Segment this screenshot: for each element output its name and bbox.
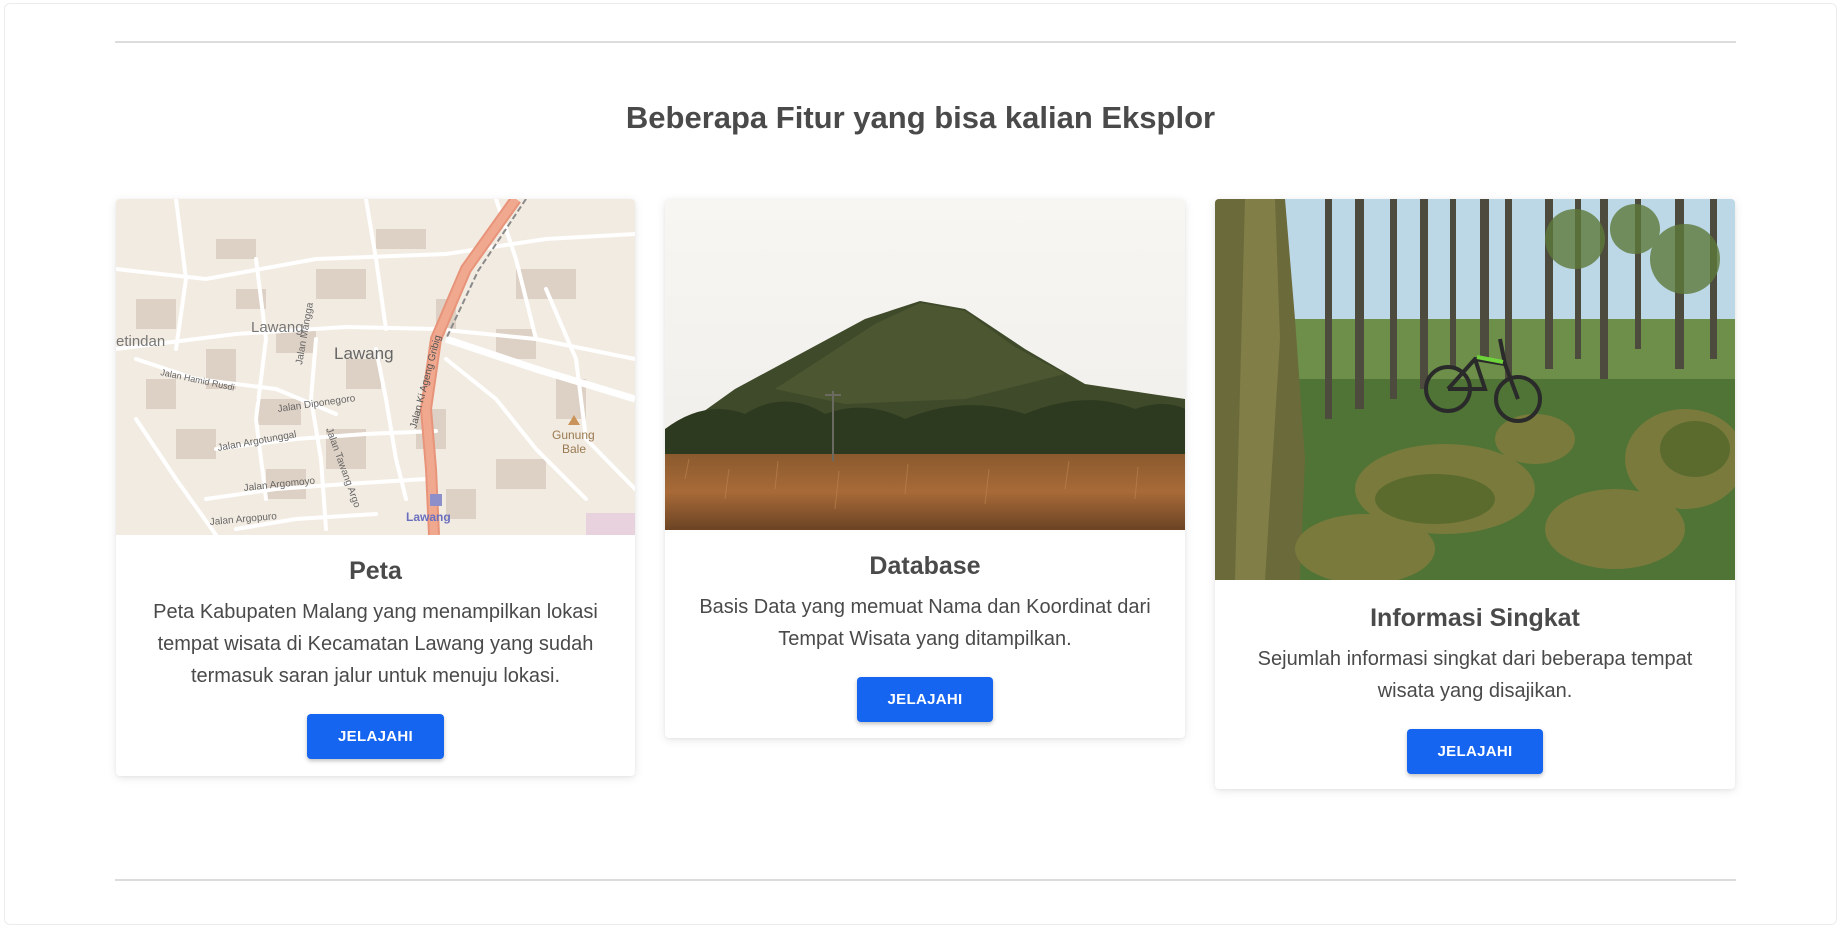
card-description: Basis Data yang memuat Nama dan Koordina… (699, 596, 1151, 650)
card-title: Database (869, 552, 981, 580)
top-divider (115, 41, 1736, 43)
card-title: Peta (349, 557, 402, 585)
map-label-peak-1: Gunung (552, 428, 595, 442)
map-label-left: etindan (116, 333, 165, 350)
bottom-divider (115, 879, 1736, 881)
map-label-town: Lawang (334, 344, 394, 363)
jelajahi-peta-button[interactable]: JELAJAHI (307, 714, 444, 759)
mountain-image (665, 199, 1185, 530)
forest-image (1215, 199, 1735, 580)
feature-card-informasi-singkat: Informasi Singkat Sejumlah informasi sin… (1215, 199, 1735, 789)
mountain-illustration (665, 199, 1185, 530)
section-title: Beberapa Fitur yang bisa kalian Eksplor (625, 100, 1216, 135)
card-title: Informasi Singkat (1370, 604, 1580, 632)
map-image: Lawang Lawang etindan Jalan Hamid Rusdi … (116, 199, 635, 535)
jelajahi-informasi-button[interactable]: JELAJAHI (1406, 729, 1544, 774)
feature-card-peta: Lawang Lawang etindan Jalan Hamid Rusdi … (116, 199, 635, 776)
map-illustration: Lawang Lawang etindan Jalan Hamid Rusdi … (116, 199, 635, 535)
card-description: Sejumlah informasi singkat dari beberapa… (1257, 648, 1693, 702)
forest-illustration (1215, 199, 1735, 580)
map-label-station: Lawang (406, 510, 451, 524)
feature-card-database: Database Basis Data yang memuat Nama dan… (665, 199, 1185, 738)
card-description: Peta Kabupaten Malang yang menampilkan l… (153, 601, 598, 687)
map-label-town-small: Lawang (251, 319, 304, 336)
map-label-peak-2: Bale (562, 442, 586, 456)
jelajahi-database-button[interactable]: JELAJAHI (856, 677, 994, 722)
